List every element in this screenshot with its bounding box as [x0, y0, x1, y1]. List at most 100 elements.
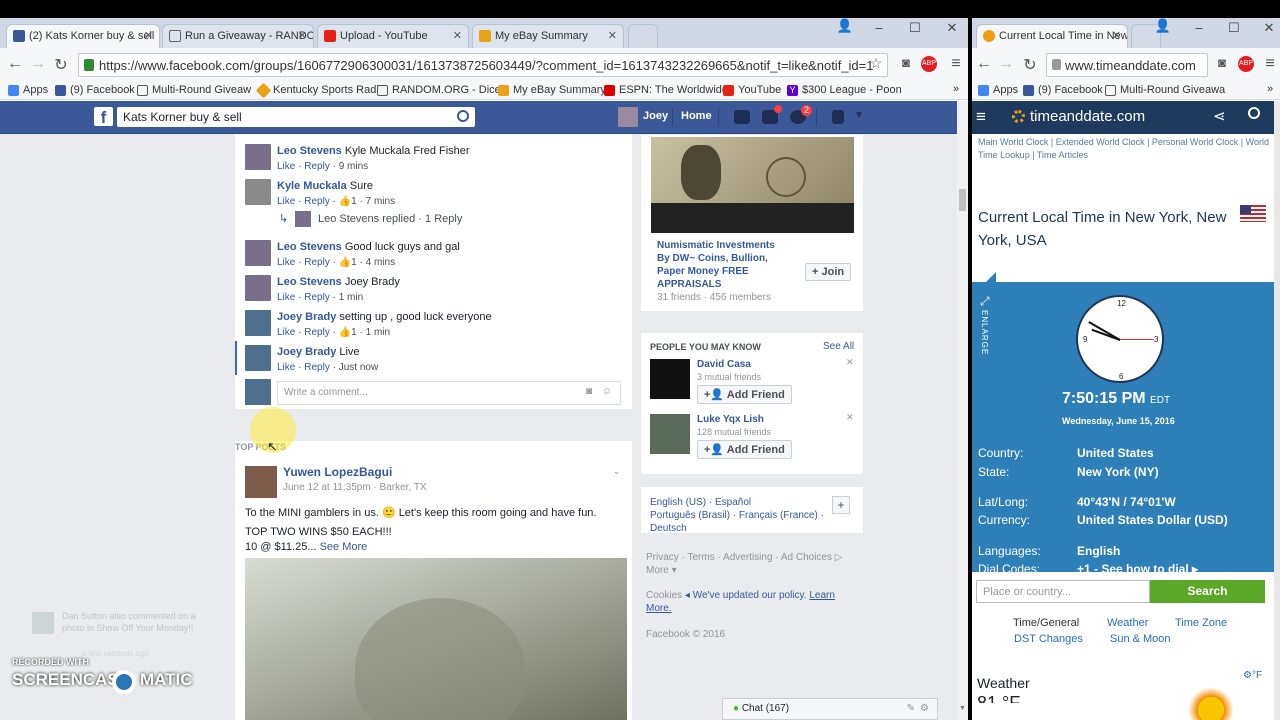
- commenter-avatar[interactable]: [245, 144, 271, 170]
- reply-link[interactable]: Reply: [304, 362, 330, 373]
- post-location[interactable]: Barker, TX: [380, 482, 427, 493]
- enlarge-link[interactable]: ENLARGE: [980, 310, 989, 355]
- bookmark-star-icon[interactable]: ☆: [866, 55, 886, 72]
- tab-timeanddate[interactable]: Current Local Time in New ✕: [976, 24, 1128, 48]
- site-title[interactable]: timeanddate.com: [1030, 108, 1145, 125]
- scrollbar-thumb[interactable]: [959, 189, 966, 211]
- messages-icon[interactable]: [762, 105, 782, 124]
- camera-extension-icon[interactable]: ◙: [896, 55, 916, 70]
- minimize-icon[interactable]: –: [864, 20, 894, 35]
- like-link[interactable]: Like: [277, 292, 295, 303]
- footer-more[interactable]: More ▾: [646, 565, 677, 576]
- unit-toggle[interactable]: ⚙°F: [1243, 670, 1262, 681]
- comment-time[interactable]: 1 min: [366, 327, 390, 338]
- reply-link[interactable]: Reply: [304, 161, 330, 172]
- info-value[interactable]: New York (NY): [1077, 465, 1159, 479]
- dismiss-icon[interactable]: ✕: [846, 357, 854, 368]
- person-avatar[interactable]: [650, 359, 690, 399]
- reply-summary[interactable]: ↳ Leo Stevens replied · 1 Reply: [279, 211, 619, 229]
- search-icon[interactable]: [1248, 107, 1260, 119]
- commenter-name[interactable]: Leo Stevens: [277, 145, 342, 157]
- bookmark-apps[interactable]: Apps: [978, 84, 1018, 96]
- reply-link[interactable]: Reply: [304, 292, 330, 303]
- commenter-name[interactable]: Kyle Muckala: [277, 180, 347, 192]
- reload-icon[interactable]: ↻: [51, 55, 71, 75]
- post-options-chevron-icon[interactable]: ⌄: [613, 466, 621, 477]
- dismiss-icon[interactable]: ✕: [846, 412, 854, 423]
- menu-icon[interactable]: ≡: [946, 55, 966, 73]
- more-label[interactable]: More: [646, 565, 669, 576]
- camera-icon[interactable]: ◙: [586, 386, 592, 397]
- sun-moon-link[interactable]: Sun & Moon: [1110, 633, 1171, 645]
- commenter-avatar[interactable]: [245, 179, 271, 205]
- add-friend-button[interactable]: +👤 Add Friend: [697, 440, 792, 459]
- adblock-icon[interactable]: ABP: [921, 56, 937, 72]
- commenter-avatar[interactable]: [245, 345, 271, 371]
- address-bar[interactable]: www.timeanddate.com: [1046, 53, 1208, 77]
- commenter-name[interactable]: Leo Stevens: [277, 241, 342, 253]
- page-scrollbar[interactable]: [1274, 101, 1280, 720]
- cookies-link[interactable]: Cookies: [646, 590, 682, 601]
- person-name[interactable]: David Casa: [697, 359, 751, 370]
- search-icon[interactable]: [457, 110, 469, 122]
- profile-name-link[interactable]: Joey: [643, 110, 668, 122]
- bookmark-facebook[interactable]: (9) Facebook: [1023, 84, 1103, 96]
- language-line2[interactable]: Português (Brasil) · Français (France) ·: [650, 510, 824, 521]
- see-more-link[interactable]: See More: [320, 541, 368, 553]
- bookmark-random-dice[interactable]: RANDOM.ORG - Dice: [377, 84, 501, 96]
- privacy-shortcuts-icon[interactable]: [832, 110, 844, 124]
- share-icon[interactable]: ⋖: [1213, 107, 1226, 125]
- like-count[interactable]: 1: [351, 327, 357, 338]
- comment-time[interactable]: 4 mins: [366, 257, 395, 268]
- profile-icon[interactable]: 👤: [1148, 18, 1178, 34]
- bookmark-apps[interactable]: Apps: [8, 84, 48, 96]
- facebook-search-input[interactable]: Kats Korner buy & sell: [117, 107, 475, 127]
- comment-time[interactable]: Just now: [339, 362, 378, 373]
- footer-links-text[interactable]: Privacy · Terms · Advertising · Ad Choic…: [646, 552, 832, 563]
- person-avatar[interactable]: [650, 414, 690, 454]
- bookmark-multi-round[interactable]: Multi-Round Giveawa: [1105, 84, 1225, 96]
- reply-link[interactable]: Reply: [304, 327, 330, 338]
- reply-link[interactable]: Reply: [304, 257, 330, 268]
- home-link[interactable]: Home: [681, 110, 712, 122]
- scroll-down-arrow-icon[interactable]: ▼: [959, 705, 966, 712]
- join-group-button[interactable]: + Join: [805, 263, 852, 281]
- close-tab-icon[interactable]: ✕: [144, 29, 153, 42]
- commenter-avatar[interactable]: [245, 275, 271, 301]
- place-search-input[interactable]: Place or country...: [976, 580, 1150, 603]
- like-count[interactable]: 1: [351, 257, 357, 268]
- weather-link[interactable]: Weather: [1107, 617, 1148, 629]
- info-value[interactable]: +1 - See how to dial ▸: [1077, 562, 1198, 576]
- bookmarks-overflow-icon[interactable]: »: [1267, 83, 1273, 95]
- close-window-icon[interactable]: ✕: [1254, 20, 1280, 36]
- address-bar[interactable]: https://www.facebook.com/groups/16067729…: [78, 53, 888, 77]
- language-line1[interactable]: English (US) · Español: [650, 497, 751, 508]
- close-window-icon[interactable]: ✕: [937, 20, 967, 36]
- close-tab-icon[interactable]: ✕: [453, 29, 462, 42]
- dst-changes-link[interactable]: DST Changes: [1014, 633, 1083, 645]
- minimize-icon[interactable]: –: [1184, 20, 1214, 35]
- commenter-name[interactable]: Joey Brady: [277, 346, 336, 358]
- comment-time[interactable]: 1 min: [339, 292, 363, 303]
- bookmark-espn[interactable]: ESPN: The Worldwide: [604, 84, 728, 96]
- emoji-icon[interactable]: ☺: [602, 386, 612, 397]
- timeanddate-logo-icon[interactable]: [1012, 110, 1025, 123]
- tab-youtube[interactable]: Upload - YouTube ✕: [317, 24, 469, 48]
- search-button[interactable]: Search: [1150, 580, 1265, 603]
- maximize-icon[interactable]: ☐: [900, 20, 930, 36]
- bookmark-youtube[interactable]: YouTube: [723, 84, 781, 96]
- see-all-link[interactable]: See All: [823, 341, 854, 352]
- enlarge-arrow-icon[interactable]: ⤢: [980, 294, 990, 309]
- reload-icon[interactable]: ↻: [1020, 55, 1040, 75]
- back-icon[interactable]: ←: [974, 55, 994, 73]
- add-friend-button[interactable]: +👤 Add Friend: [697, 385, 792, 404]
- menu-icon[interactable]: ≡: [1260, 55, 1280, 73]
- like-link[interactable]: Like: [277, 257, 295, 268]
- comment-input[interactable]: Write a comment... ◙ ☺: [277, 381, 621, 405]
- bookmark-ksr[interactable]: Kentucky Sports Radi: [255, 82, 379, 99]
- maximize-icon[interactable]: ☐: [1219, 20, 1249, 36]
- forward-icon[interactable]: →: [28, 55, 48, 73]
- info-value[interactable]: United States: [1077, 446, 1154, 460]
- comment-time[interactable]: 7 mins: [366, 196, 395, 207]
- post-image-fifty-dollar-bill[interactable]: [245, 558, 627, 720]
